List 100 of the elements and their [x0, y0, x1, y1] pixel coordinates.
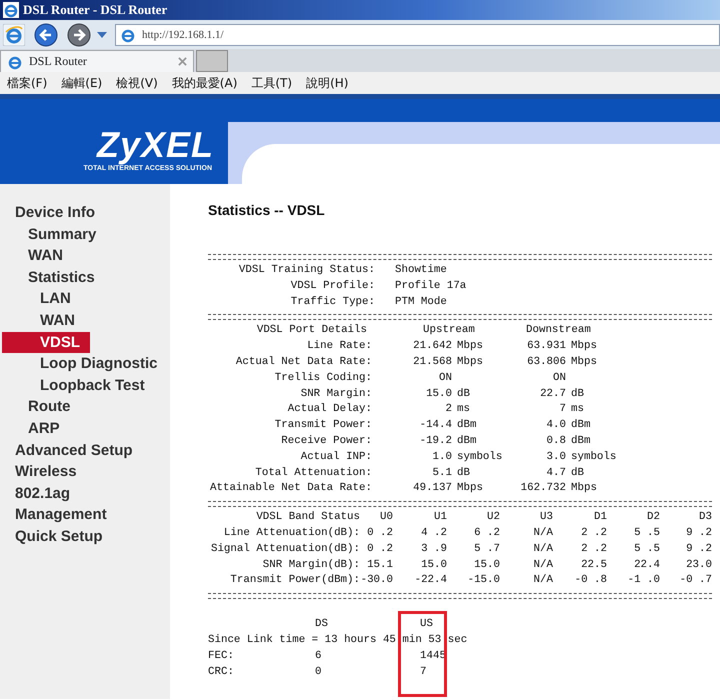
new-tab-button[interactable]	[196, 50, 228, 72]
field-value: ON	[552, 370, 566, 386]
column-header: VDSL Band Status	[255, 510, 360, 526]
table-cell-text: -0 .8	[574, 573, 607, 588]
table-cell-text: 15.1	[366, 558, 393, 573]
field-label: SNR Margin:	[300, 386, 372, 402]
table-cell-text: 2 .2	[580, 542, 607, 557]
sidebar-item[interactable]: WAN	[0, 245, 63, 267]
unit-label: Mbps	[456, 339, 484, 354]
sidebar-item[interactable]: VDSL	[2, 332, 90, 354]
unit-label: symbols	[456, 450, 504, 465]
table-cell-text: 15.0	[420, 558, 447, 573]
column-header: D1	[593, 510, 607, 526]
sidebar-item[interactable]: Loop Diagnostic	[0, 353, 158, 375]
unit-label: dB	[456, 386, 471, 402]
column-header: U1	[433, 510, 447, 526]
field-value: Profile 17a	[395, 278, 468, 294]
unit-label: dB	[456, 466, 471, 481]
table-cell-text: 4 .2	[420, 526, 447, 541]
field-label: Traffic Type:	[290, 294, 375, 310]
field-label: Signal Attenuation(dB):	[210, 542, 360, 557]
field-value: Showtime	[395, 263, 448, 278]
unit-label: dBm	[456, 434, 478, 449]
table-cell-text: 0 .2	[366, 526, 393, 541]
field-label: Actual Net Data Rate:	[234, 354, 372, 370]
unit-label: ms	[570, 402, 585, 418]
sidebar-item[interactable]: Advanced Setup	[0, 440, 133, 462]
column-header: D3	[698, 510, 712, 526]
field-label: SNR Margin(dB):	[262, 558, 360, 573]
menu-item[interactable]: 工具(T)	[251, 74, 292, 92]
table-cell-text: -0 .7	[678, 573, 712, 588]
field-value: 4.0	[546, 418, 566, 434]
column-header: US	[420, 617, 434, 632]
field-value: 63.806	[526, 354, 566, 370]
field-value: 15.0	[425, 386, 452, 402]
table-cell-text: -30.0	[360, 573, 393, 588]
field-value: 0.8	[546, 434, 566, 449]
field-label: Line Rate:	[306, 339, 372, 354]
field-value: PTM Mode	[395, 294, 448, 310]
close-icon[interactable]	[178, 57, 187, 66]
address-field[interactable]: http://192.168.1.1/	[115, 24, 720, 46]
sidebar-item[interactable]: Wireless	[0, 461, 77, 483]
unit-label: dBm	[570, 418, 592, 434]
table-cell-text: 3 .9	[420, 542, 447, 557]
field-label: Receive Power:	[280, 434, 372, 449]
column-header: U0	[379, 510, 393, 526]
browser-logo-icon[interactable]	[3, 24, 25, 46]
sidebar-item[interactable]: Statistics	[0, 266, 95, 288]
field-value: 63.931	[526, 339, 566, 354]
field-label: Transmit Power:	[274, 418, 372, 434]
field-label: Attainable Net Data Rate:	[209, 481, 372, 496]
menu-item[interactable]: 我的最愛(A)	[172, 74, 238, 92]
field-label: Actual Delay:	[286, 402, 372, 418]
table-cell-text: 2 .2	[580, 526, 607, 541]
field-value: -19.2	[418, 434, 452, 449]
link-time-text: Since Link time = 13 hours 45 min 53 sec	[208, 632, 468, 648]
field-label: VDSL Training Status:	[238, 263, 375, 278]
table-cell-text: N/A	[532, 542, 553, 557]
column-header: DS	[315, 617, 329, 632]
field-label: Transmit Power(dBm):	[229, 573, 360, 588]
table-cell-text: 6 .2	[473, 526, 500, 541]
sidebar-item[interactable]: ARP	[0, 418, 60, 440]
sidebar-item[interactable]: 802.1ag	[0, 482, 70, 504]
sidebar-item[interactable]: Loopback Test	[0, 374, 145, 396]
back-icon[interactable]	[34, 22, 58, 46]
table-cell-text: 6	[315, 648, 322, 664]
sidebar-item[interactable]: Management	[0, 504, 107, 526]
sidebar-item[interactable]: Quick Setup	[0, 526, 103, 548]
sidebar-item[interactable]: Summary	[0, 224, 96, 246]
field-label: Trellis Coding:	[274, 370, 372, 386]
unit-label: Mbps	[570, 481, 598, 496]
sidebar-item[interactable]: Device Info	[0, 202, 96, 224]
field-value: ON	[438, 370, 452, 386]
table-cell-text: -15.0	[466, 573, 500, 588]
forward-icon[interactable]	[67, 22, 91, 46]
menu-item[interactable]: 檢視(V)	[116, 74, 158, 92]
menu-item[interactable]: 編輯(E)	[61, 74, 102, 92]
field-value: 7	[558, 402, 566, 418]
field-label: VDSL Profile:	[290, 278, 375, 294]
field-label: Actual INP:	[300, 450, 372, 465]
sidebar-item[interactable]: LAN	[0, 288, 71, 310]
browser-tab[interactable]: DSL Router	[0, 50, 194, 72]
field-value: -14.4	[418, 418, 452, 434]
table-cell-text: 23.0	[685, 558, 712, 573]
table-cell-text: 7	[420, 664, 428, 680]
table-cell-text: 0 .2	[366, 542, 393, 557]
table-cell-text: 22.5	[580, 558, 607, 573]
sidebar-item[interactable]: WAN	[0, 310, 75, 332]
logo-wordmark: ZyXEL	[96, 127, 214, 163]
table-cell-text: 5 .7	[473, 542, 500, 557]
field-value: 3.0	[546, 450, 566, 465]
field-label: Line Attenuation(dB):	[222, 526, 360, 541]
table-cell-text: 5 .5	[633, 526, 660, 541]
menu-item[interactable]: 檔案(F)	[7, 74, 48, 92]
menu-item[interactable]: 說明(H)	[306, 74, 348, 92]
sidebar-item[interactable]: Route	[0, 396, 70, 418]
unit-label: ms	[456, 402, 471, 418]
table-cell-text: 22.4	[633, 558, 660, 573]
unit-label: Mbps	[570, 354, 598, 370]
dropdown-caret-icon[interactable]	[97, 32, 107, 38]
